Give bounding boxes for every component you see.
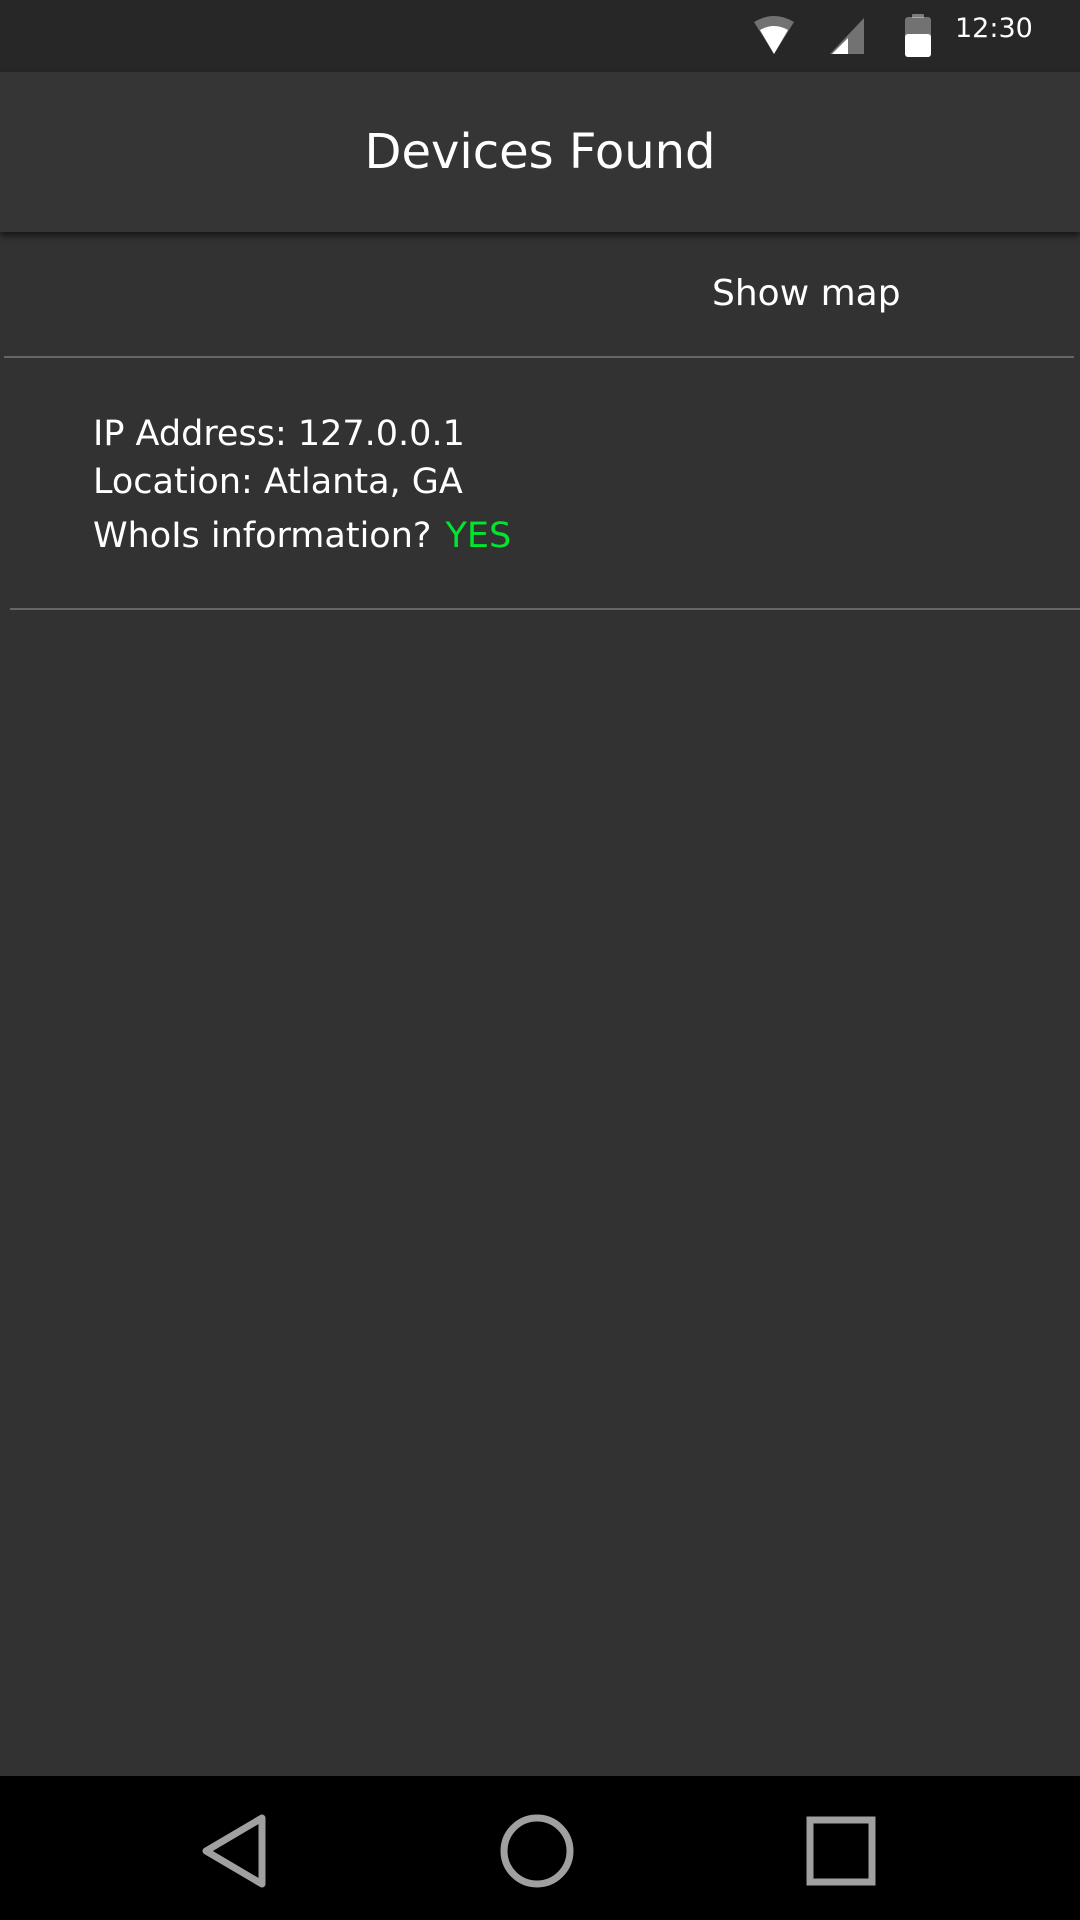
device-whois-row: WhoIs information? YES [93,514,511,558]
recents-icon[interactable] [796,1806,886,1896]
show-map-button[interactable]: Show map [704,272,909,316]
device-location: Location: Atlanta, GA [93,462,463,502]
app-bar: Devices Found [0,72,1080,232]
status-clock: 12:30 [955,13,1033,44]
wifi-icon [752,16,796,60]
cell-signal-icon [828,16,868,60]
whois-label: WhoIs information? [93,516,432,556]
back-icon[interactable] [192,1806,282,1896]
device-ip-address: IP Address: 127.0.0.1 [93,414,465,454]
device-list-item[interactable]: IP Address: 127.0.0.1 Location: Atlanta,… [10,358,1080,610]
show-map-row: Show map [4,232,1074,358]
page-title: Devices Found [364,124,716,180]
navigation-bar [0,1776,1080,1920]
home-icon[interactable] [492,1806,582,1896]
battery-icon [904,14,932,62]
screen: 12:30 Devices Found Show map IP Address:… [0,0,1080,1920]
whois-status-value: YES [445,516,512,556]
status-bar: 12:30 [0,0,1080,72]
